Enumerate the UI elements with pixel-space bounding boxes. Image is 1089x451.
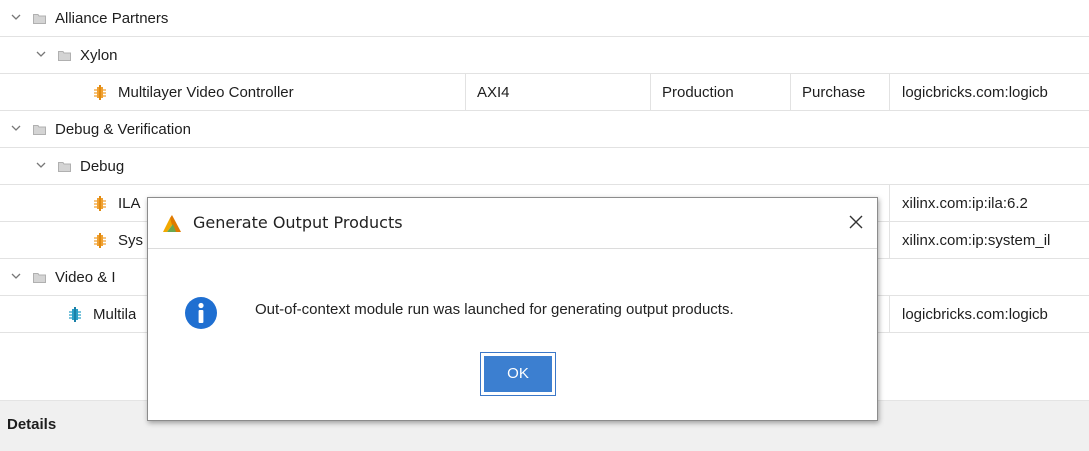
close-icon[interactable] (844, 210, 868, 234)
dialog-message: Out-of-context module run was launched f… (255, 301, 734, 318)
chevron-down-icon[interactable] (35, 148, 47, 185)
column-divider (889, 185, 890, 222)
chevron-down-icon[interactable] (10, 111, 22, 148)
tree-item-label: Video & I (55, 269, 116, 286)
tree-row-multilayer-video-controller[interactable]: Multilayer Video Controller AXI4 Product… (0, 74, 1089, 111)
folder-icon (58, 50, 71, 61)
tree-row-debug[interactable]: Debug (0, 148, 1089, 185)
folder-icon (58, 161, 71, 172)
folder-icon (33, 272, 46, 283)
tree-row-xylon[interactable]: Xylon (0, 37, 1089, 74)
ip-core-icon (93, 233, 107, 248)
column-divider (889, 296, 890, 333)
ip-name: Multilayer Video Controller (118, 84, 294, 101)
ip-vlnv: logicbricks.com:logicb (902, 306, 1048, 323)
dialog-title: Generate Output Products (193, 213, 403, 232)
tree-item-label: Debug & Verification (55, 121, 191, 138)
ip-vlnv: xilinx.com:ip:system_il (902, 232, 1051, 249)
ip-name: ILA (118, 195, 141, 212)
ok-button-label: OK (484, 356, 552, 392)
ip-core-icon (93, 85, 107, 100)
column-divider (889, 222, 890, 259)
info-icon (184, 296, 218, 330)
folder-icon (33, 124, 46, 135)
column-divider (889, 74, 890, 111)
generate-output-products-dialog: Generate Output Products Out-of-context … (147, 197, 878, 421)
column-divider (790, 74, 791, 111)
chevron-down-icon[interactable] (10, 0, 22, 37)
ip-core-icon (68, 307, 82, 322)
tree-item-label: Debug (80, 158, 125, 175)
ip-name: Sys (118, 232, 144, 249)
ip-vlnv: xilinx.com:ip:ila:6.2 (902, 195, 1028, 212)
ip-interface: AXI4 (477, 84, 510, 101)
chevron-down-icon[interactable] (35, 37, 47, 74)
tree-row-alliance-partners[interactable]: Alliance Partners (0, 0, 1089, 37)
ip-vlnv: logicbricks.com:logicb (902, 84, 1048, 101)
tree-row-debug-verification[interactable]: Debug & Verification (0, 111, 1089, 148)
folder-icon (33, 13, 46, 24)
dialog-title-bar[interactable]: Generate Output Products (148, 198, 877, 249)
ip-core-icon (93, 196, 107, 211)
ip-name: Multila (93, 306, 137, 323)
ip-status: Production (662, 84, 734, 101)
tree-item-label: Alliance Partners (55, 10, 169, 27)
chevron-down-icon[interactable] (10, 259, 22, 296)
ok-button[interactable]: OK (480, 352, 556, 396)
details-label: Details (7, 416, 57, 433)
column-divider (465, 74, 466, 111)
vivado-logo-icon (162, 215, 182, 233)
column-divider (650, 74, 651, 111)
ip-license: Purchase (802, 84, 866, 101)
tree-item-label: Xylon (80, 47, 118, 64)
